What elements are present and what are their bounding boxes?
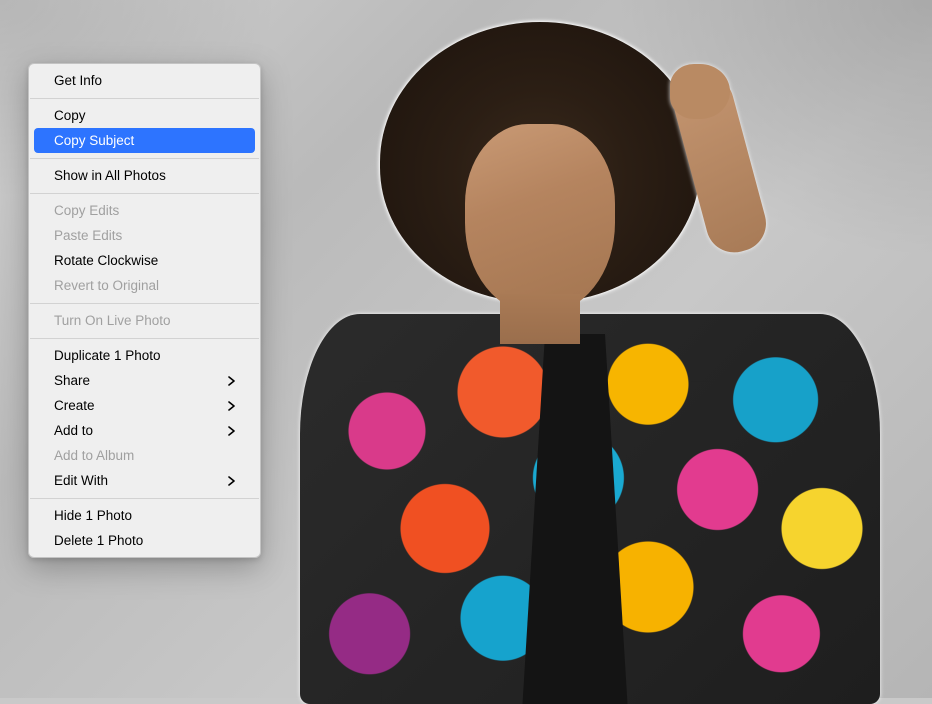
subject-arm [660, 74, 800, 294]
menu-item-label: Paste Edits [54, 227, 122, 245]
chevron-right-icon [228, 476, 235, 486]
menu-item-label: Add to Album [54, 447, 134, 465]
menu-item-hide-1-photo[interactable]: Hide 1 Photo [34, 503, 255, 528]
menu-item-label: Duplicate 1 Photo [54, 347, 161, 365]
context-menu[interactable]: Get Info Copy Copy Subject Show in All Phot… [28, 63, 261, 558]
subject-jacket [300, 314, 880, 704]
menu-item-label: Get Info [54, 72, 102, 90]
menu-item-add-to[interactable]: Add to [34, 418, 255, 443]
menu-item-revert-to-original: Revert to Original [34, 273, 255, 298]
menu-item-label: Edit With [54, 472, 108, 490]
menu-item-copy-edits: Copy Edits [34, 198, 255, 223]
chevron-right-icon [228, 401, 235, 411]
menu-item-label: Revert to Original [54, 277, 159, 295]
menu-item-label: Share [54, 372, 90, 390]
menu-item-duplicate-1-photo[interactable]: Duplicate 1 Photo [34, 343, 255, 368]
menu-item-turn-on-live-photo: Turn On Live Photo [34, 308, 255, 333]
menu-item-label: Copy Subject [54, 132, 134, 150]
menu-item-delete-1-photo[interactable]: Delete 1 Photo [34, 528, 255, 553]
menu-item-share[interactable]: Share [34, 368, 255, 393]
menu-separator [30, 158, 259, 159]
menu-item-label: Add to [54, 422, 93, 440]
menu-item-get-info[interactable]: Get Info [34, 68, 255, 93]
subject-face [465, 124, 615, 314]
chevron-right-icon [228, 426, 235, 436]
menu-separator [30, 338, 259, 339]
menu-item-rotate-clockwise[interactable]: Rotate Clockwise [34, 248, 255, 273]
menu-item-edit-with[interactable]: Edit With [34, 468, 255, 493]
photo-subject[interactable] [310, 4, 880, 698]
menu-item-label: Turn On Live Photo [54, 312, 171, 330]
menu-item-create[interactable]: Create [34, 393, 255, 418]
menu-item-label: Delete 1 Photo [54, 532, 143, 550]
menu-item-label: Copy Edits [54, 202, 119, 220]
menu-separator [30, 193, 259, 194]
menu-separator [30, 498, 259, 499]
menu-item-copy[interactable]: Copy [34, 103, 255, 128]
chevron-right-icon [228, 376, 235, 386]
menu-item-add-to-album: Add to Album [34, 443, 255, 468]
menu-item-label: Hide 1 Photo [54, 507, 132, 525]
menu-item-label: Show in All Photos [54, 167, 166, 185]
subject-neck [500, 294, 580, 344]
menu-item-paste-edits: Paste Edits [34, 223, 255, 248]
menu-separator [30, 303, 259, 304]
menu-separator [30, 98, 259, 99]
menu-item-label: Create [54, 397, 95, 415]
menu-item-copy-subject[interactable]: Copy Subject [34, 128, 255, 153]
menu-item-label: Rotate Clockwise [54, 252, 158, 270]
menu-item-label: Copy [54, 107, 86, 125]
menu-item-show-in-all-photos[interactable]: Show in All Photos [34, 163, 255, 188]
